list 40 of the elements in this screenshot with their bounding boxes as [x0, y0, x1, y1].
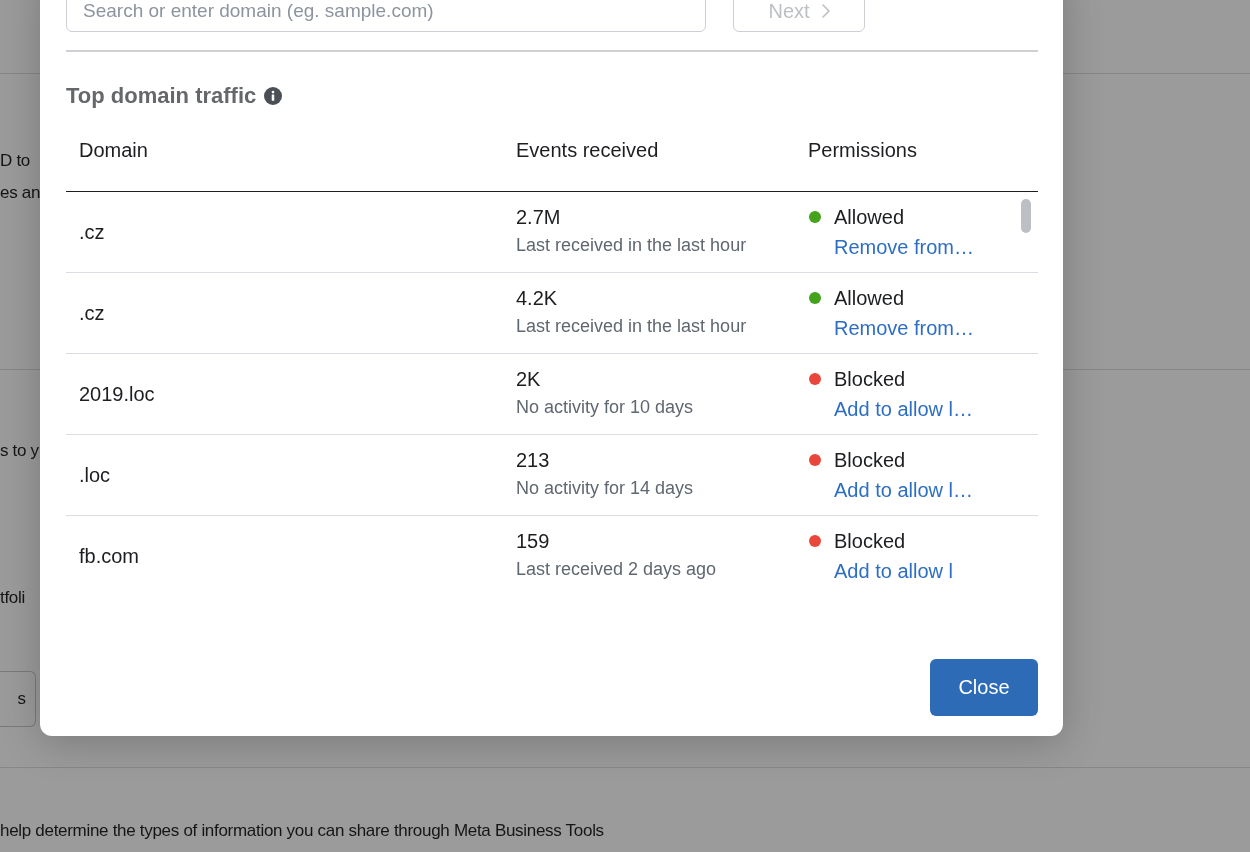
section-title: Top domain traffic	[66, 84, 257, 108]
event-count: 4.2K	[516, 286, 558, 311]
allow-list-link[interactable]: Remove from…	[834, 313, 975, 343]
permission-status: Blocked	[834, 367, 906, 392]
domain-text: 2019.loc	[79, 382, 155, 407]
last-activity-text: Last received 2 days ago	[516, 558, 717, 581]
column-header: Events received	[515, 138, 659, 163]
info-icon[interactable]	[264, 87, 283, 105]
domain-text: fb.com	[79, 544, 140, 569]
last-activity-text: No activity for 14 days	[516, 477, 694, 500]
event-count: 2K	[516, 367, 541, 392]
domain-text: .cz	[79, 220, 105, 245]
allow-list-link[interactable]: Add to allow l…	[834, 475, 973, 505]
last-activity-text: Last received in the last hour	[516, 315, 747, 338]
domain-text: .cz	[79, 301, 105, 326]
column-header: Permissions	[807, 138, 917, 163]
event-count: 159	[516, 529, 550, 554]
permission-status: Blocked	[834, 448, 906, 473]
event-count: 213	[516, 448, 550, 473]
last-activity-text: Last received in the last hour	[516, 234, 747, 257]
page-text: s to y	[0, 440, 39, 462]
permission-status: Allowed	[834, 286, 905, 311]
last-activity-text: No activity for 10 days	[516, 396, 694, 419]
permission-status: Blocked	[834, 529, 906, 554]
scrollbar-thumb[interactable]	[1021, 199, 1031, 233]
permission-status: Allowed	[834, 205, 905, 230]
allow-list-link[interactable]: Add to allow l	[834, 556, 953, 585]
domain-text: .loc	[79, 463, 111, 488]
page-text: help determine the types of information you can share through Meta Business Tools	[0, 820, 604, 842]
allow-list-link[interactable]: Add to allow l…	[834, 394, 973, 424]
chevron-right-icon	[821, 4, 830, 18]
column-header: Domain	[78, 138, 148, 163]
close-button[interactable]: Close	[930, 659, 1038, 716]
allow-list-link[interactable]: Remove from…	[834, 232, 975, 262]
page-text: tfoli	[0, 587, 25, 609]
page-text: D to	[0, 150, 30, 172]
page-text: es an	[0, 182, 41, 204]
search-field[interactable]: Search or enter domain (eg. sample.com)	[66, 0, 706, 32]
page-button[interactable]: s	[0, 671, 36, 727]
event-count: 2.7M	[516, 205, 561, 230]
